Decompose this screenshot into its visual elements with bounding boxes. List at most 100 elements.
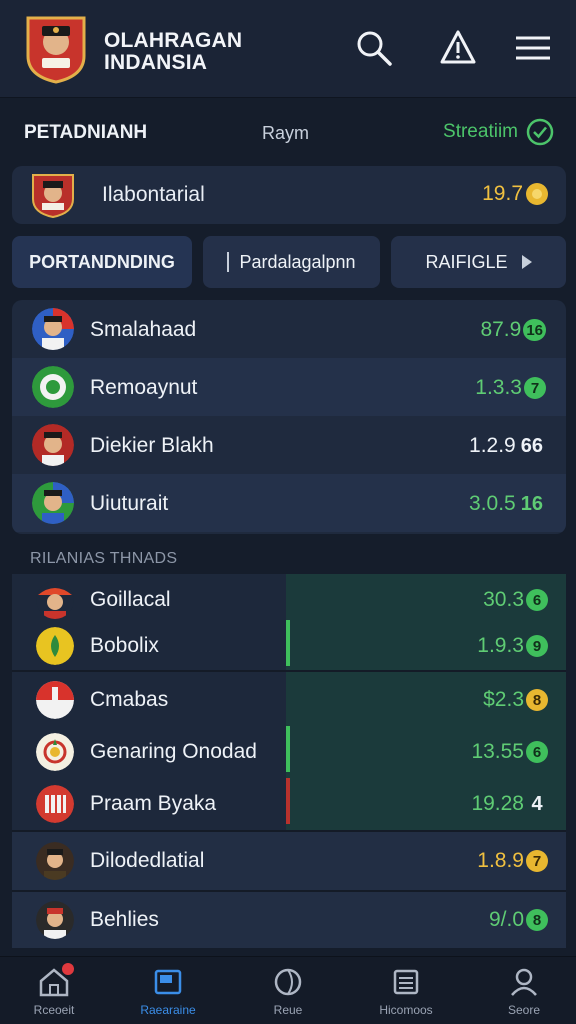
menu-button[interactable] bbox=[510, 26, 554, 70]
app-title-line1: OLAHRAGAN bbox=[104, 29, 243, 52]
ranking-item-name: Praam Byaka bbox=[90, 792, 217, 815]
rank-badge: 8 bbox=[526, 909, 548, 931]
ranking-item-name: Dilodedlatial bbox=[90, 849, 205, 872]
list-icon bbox=[393, 969, 419, 995]
ranking-item-value: $2.3 8 bbox=[483, 688, 548, 712]
list-item-value: 1.2.9 66 bbox=[469, 434, 546, 458]
player-list: Smalahaad 87.9 16 Remoaynut 1.3.3 7 Diek… bbox=[12, 300, 566, 534]
ranking-item-value-text: 1.9.3 bbox=[477, 634, 524, 657]
ranking-item-value-text: $2.3 bbox=[483, 688, 524, 711]
app-logo bbox=[24, 12, 88, 84]
trend-marker bbox=[286, 620, 290, 666]
avatar bbox=[36, 627, 74, 665]
section-title: PETADNIANH bbox=[24, 122, 148, 143]
rank-badge: 6 bbox=[526, 589, 548, 611]
alert-icon bbox=[440, 30, 476, 64]
ranking-item-name: Genaring Onodad bbox=[90, 740, 257, 763]
avatar bbox=[36, 901, 74, 939]
nav-label: Rceoeit bbox=[33, 1003, 75, 1017]
trend-marker bbox=[286, 726, 290, 772]
list-item-value: 3.0.5 16 bbox=[469, 492, 546, 516]
ranking-item[interactable]: Cmabas $2.3 8 bbox=[12, 674, 566, 726]
nav-results[interactable]: Raearaine bbox=[120, 965, 216, 1023]
trend-marker bbox=[286, 778, 290, 824]
list-item-name: Uiuturait bbox=[90, 492, 169, 515]
tab-label: PORTANDNDING bbox=[29, 251, 175, 272]
ranking-item-name: Behlies bbox=[90, 908, 159, 931]
rank-badge: 7 bbox=[524, 377, 546, 399]
featured-value-text: 19.7 bbox=[482, 182, 523, 205]
ranking-item-value-text: 1.8.9 bbox=[477, 849, 524, 872]
rankings-label: RILANIAS THNADS bbox=[30, 550, 178, 567]
nav-live[interactable]: Reue bbox=[240, 965, 336, 1023]
ranking-item[interactable]: Goillacal 30.3 6 bbox=[12, 574, 566, 626]
notification-dot bbox=[62, 963, 74, 975]
avatar bbox=[36, 581, 74, 619]
tab-pardalagalpnn[interactable]: Pardalagalpnn bbox=[203, 236, 380, 288]
rank-badge: 4 bbox=[531, 792, 543, 815]
list-item[interactable]: Remoaynut 1.3.3 7 bbox=[12, 358, 566, 416]
avatar bbox=[32, 424, 74, 466]
ranking-item-value-text: 19.28 bbox=[471, 792, 524, 815]
ranking-item-value-text: 13.55 bbox=[471, 740, 524, 763]
nav-label: Seore bbox=[507, 1003, 541, 1017]
app-title-line2: INDANSIA bbox=[104, 51, 208, 74]
hamburger-menu-icon bbox=[516, 36, 550, 60]
search-icon bbox=[357, 31, 392, 66]
list-item-value: 1.3.3 7 bbox=[475, 376, 546, 400]
divider bbox=[12, 670, 566, 672]
tab-raifigle[interactable]: RAIFIGLE bbox=[391, 236, 566, 288]
avatar bbox=[36, 842, 74, 880]
app-header: OLAHRAGAN INDANSIA bbox=[0, 0, 576, 98]
tab-portandnding[interactable]: PORTANDNDING bbox=[12, 236, 192, 288]
ranking-item[interactable]: Dilodedlatial 1.8.9 7 bbox=[12, 832, 566, 890]
ranking-item-name: Bobolix bbox=[90, 634, 159, 657]
featured-name: Ilabontarial bbox=[102, 183, 205, 206]
nav-label: Reue bbox=[273, 1003, 303, 1017]
avatar bbox=[36, 785, 74, 823]
list-item[interactable]: Smalahaad 87.9 16 bbox=[12, 300, 566, 358]
nav-label: Raearaine bbox=[140, 1003, 196, 1017]
avatar bbox=[36, 733, 74, 771]
rankings-list: Goillacal 30.3 6 Bobolix 1.9.3 9 Cmabas … bbox=[12, 574, 566, 948]
alert-button[interactable] bbox=[436, 26, 480, 70]
ranking-item-name: Goillacal bbox=[90, 588, 171, 611]
shield-emblem-icon bbox=[30, 171, 76, 219]
avatar bbox=[32, 482, 74, 524]
list-item-value-text: 1.2.9 bbox=[469, 434, 516, 457]
search-button[interactable] bbox=[352, 26, 396, 70]
section-subtitle[interactable]: Raym bbox=[262, 123, 309, 144]
nav-home[interactable]: Rceoeit bbox=[6, 963, 102, 1023]
scoreboard-icon bbox=[154, 969, 182, 995]
avatar bbox=[36, 681, 74, 719]
ranking-item[interactable]: Behlies 9/.0 8 bbox=[12, 892, 566, 948]
app-title: OLAHRAGAN INDANSIA bbox=[104, 30, 242, 74]
nav-schedule[interactable]: Hicomoos bbox=[358, 965, 454, 1023]
ranking-item[interactable]: Bobolix 1.9.3 9 bbox=[12, 620, 566, 672]
rank-badge: 66 bbox=[520, 434, 543, 457]
section-header: PETADNIANH Raym Streatiim bbox=[0, 112, 576, 154]
list-item-value-text: 87.9 bbox=[480, 318, 522, 341]
rank-badge: 6 bbox=[526, 741, 548, 763]
list-item-name: Remoaynut bbox=[90, 376, 198, 399]
list-item[interactable]: Diekier Blakh 1.2.9 66 bbox=[12, 416, 566, 474]
ranking-item-value: 30.3 6 bbox=[483, 588, 548, 612]
avatar bbox=[32, 366, 74, 408]
rank-badge: 8 bbox=[526, 689, 548, 711]
ranking-item-value: 19.28 4 bbox=[471, 792, 548, 816]
ranking-item-name: Cmabas bbox=[90, 688, 169, 711]
ranking-item[interactable]: Genaring Onodad 13.55 6 bbox=[12, 726, 566, 778]
list-item-value-text: 3.0.5 bbox=[469, 492, 516, 515]
tab-label: Pardalagalpnn bbox=[239, 251, 356, 272]
ranking-item-value: 13.55 6 bbox=[471, 740, 548, 764]
list-item[interactable]: Uiuturait 3.0.5 16 bbox=[12, 474, 566, 532]
nav-profile[interactable]: Seore bbox=[476, 965, 572, 1023]
ranking-item-value: 9/.0 8 bbox=[489, 908, 548, 932]
ranking-item[interactable]: Praam Byaka 19.28 4 bbox=[12, 778, 566, 830]
ranking-item-value-text: 9/.0 bbox=[488, 908, 524, 931]
rank-badge: 16 bbox=[520, 492, 543, 515]
status-indicator[interactable]: Streatiim bbox=[443, 118, 554, 146]
status-label: Streatiim bbox=[443, 121, 518, 142]
featured-item[interactable]: Ilabontarial 19.7 bbox=[12, 166, 566, 224]
check-circle-icon bbox=[526, 118, 554, 146]
